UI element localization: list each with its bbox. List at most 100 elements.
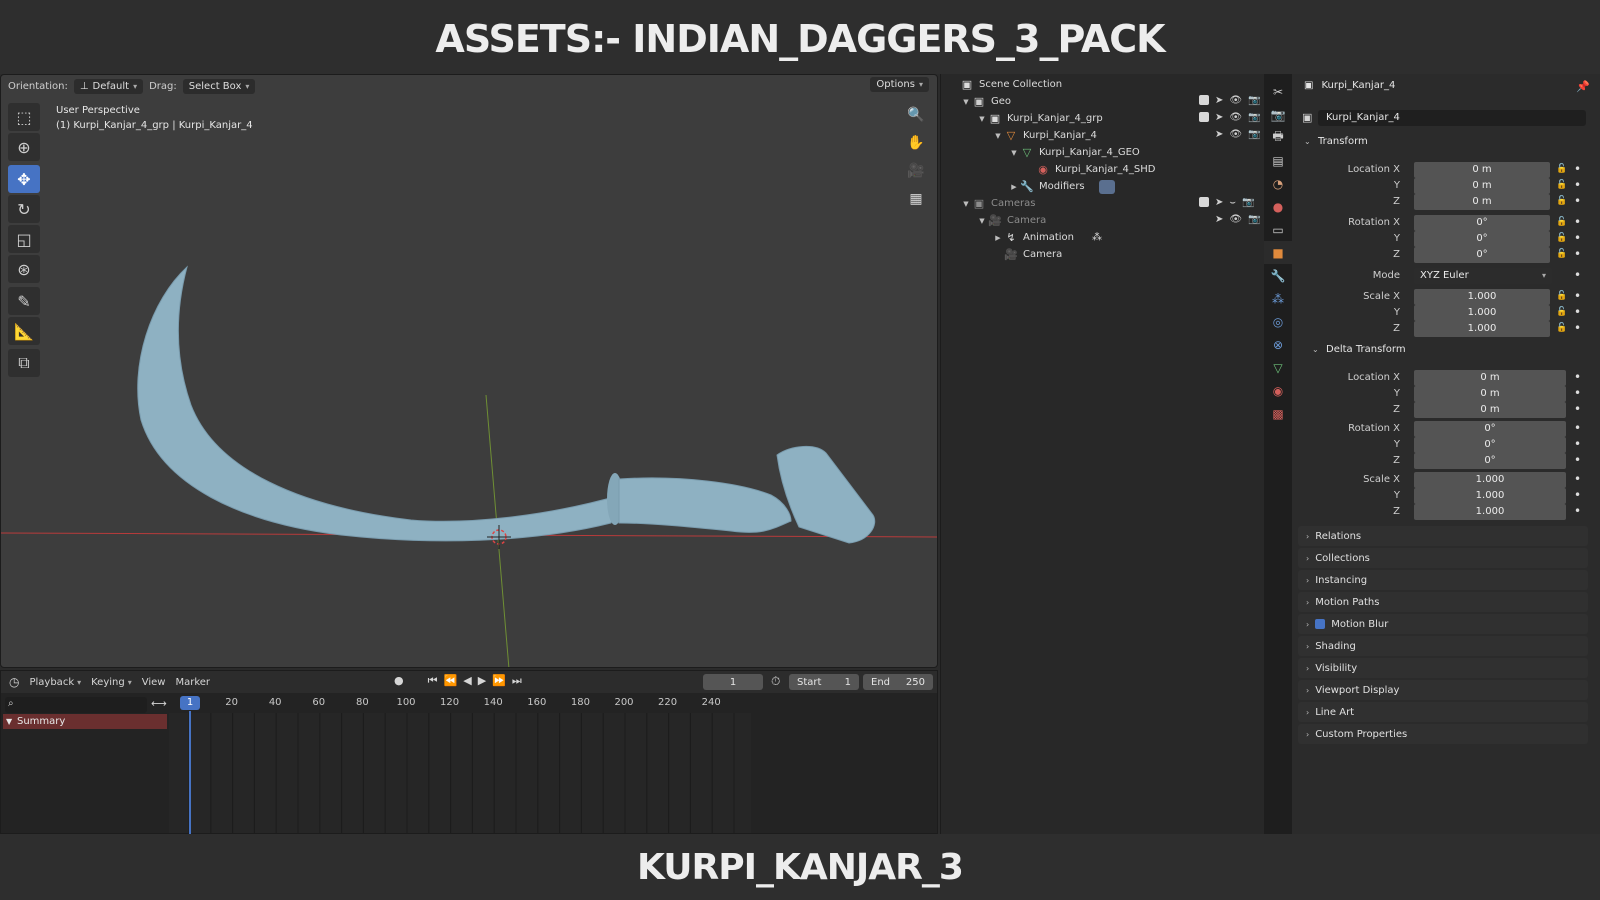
world-tab-icon[interactable]: ●: [1264, 195, 1292, 218]
lock-icon[interactable]: 🔓: [1556, 164, 1567, 174]
timeline-menu-view[interactable]: View: [142, 677, 166, 688]
collapsed-panel[interactable]: › Relations: [1298, 526, 1588, 546]
constraints-tab-icon[interactable]: ⊗: [1264, 333, 1292, 356]
add-cube-tool[interactable]: ⧉: [8, 349, 40, 377]
property-value-field[interactable]: 0°: [1414, 215, 1550, 231]
keyframe-dot-icon[interactable]: •: [1574, 402, 1581, 416]
outliner-row-camera-object[interactable]: ▼ 🎥 Camera ➤ 👁 📷: [941, 212, 1265, 229]
chevron-down-icon[interactable]: ▼: [961, 98, 971, 106]
outliner-row-material[interactable]: ◉ Kurpi_Kanjar_4_SHD: [941, 161, 1265, 178]
move-tool[interactable]: ✥: [8, 165, 40, 193]
property-value-field[interactable]: 0 m: [1414, 386, 1566, 402]
camera-render-icon[interactable]: 📷: [1248, 112, 1260, 123]
property-value-field[interactable]: 0°: [1414, 231, 1550, 247]
3d-viewport[interactable]: Orientation: ⊥ Default ▾ Drag: Select Bo…: [0, 74, 938, 668]
keyframe-dot-icon[interactable]: •: [1574, 215, 1581, 229]
select-arrow-icon[interactable]: ➤: [1215, 197, 1223, 208]
checkbox-icon[interactable]: [1199, 112, 1209, 122]
end-frame-field[interactable]: End 250: [863, 674, 933, 690]
camera-render-icon[interactable]: 📷: [1248, 95, 1260, 106]
collapsed-panel[interactable]: › Viewport Display: [1298, 680, 1588, 700]
stopwatch-icon[interactable]: ⏱: [771, 674, 780, 689]
select-arrow-icon[interactable]: ➤: [1215, 95, 1223, 106]
select-arrow-icon[interactable]: ➤: [1215, 112, 1223, 123]
outliner-row-mesh[interactable]: ▼ ▽ Kurpi_Kanjar_4_GEO: [941, 144, 1265, 161]
timeline-menu-keying[interactable]: Keying ▾: [91, 677, 132, 688]
jump-start-icon[interactable]: ⏮: [428, 674, 438, 688]
chevron-down-icon[interactable]: ▼: [961, 200, 971, 208]
keyframe-dot-icon[interactable]: •: [1574, 437, 1581, 451]
keyframe-dot-icon[interactable]: •: [1574, 453, 1581, 467]
outliner-row-animation[interactable]: ▶ ↯ Animation ⁂: [941, 229, 1265, 246]
zoom-icon[interactable]: 🔍: [905, 103, 927, 127]
timeline-menu-marker[interactable]: Marker: [175, 677, 210, 688]
keyframe-dot-icon[interactable]: •: [1574, 370, 1581, 384]
collapsed-panel[interactable]: › Shading: [1298, 636, 1588, 656]
keyframe-dot-icon[interactable]: •: [1574, 472, 1581, 486]
lock-icon[interactable]: 🔓: [1556, 291, 1567, 301]
tool-tab-icon[interactable]: ✂: [1264, 80, 1292, 103]
rotate-tool[interactable]: ↻: [8, 195, 40, 223]
lock-icon[interactable]: 🔓: [1556, 323, 1567, 333]
measure-tool[interactable]: 📐: [8, 317, 40, 345]
camera-render-icon[interactable]: 📷: [1248, 214, 1260, 225]
editor-type-icon[interactable]: ◷: [9, 675, 19, 689]
transform-panel-header[interactable]: ⌄ Transform: [1304, 136, 1368, 147]
property-value-field[interactable]: 0 m: [1414, 194, 1550, 210]
scale-tool[interactable]: ◱: [8, 225, 40, 253]
cursor-tool[interactable]: ⊕: [8, 133, 40, 161]
collapsed-panel[interactable]: › Custom Properties: [1298, 724, 1588, 744]
chevron-right-icon[interactable]: ▶: [1009, 183, 1019, 191]
eye-hidden-icon[interactable]: ⌣: [1229, 197, 1236, 208]
property-value-field[interactable]: 0 m: [1414, 402, 1566, 418]
object-type-icon[interactable]: ▣: [1302, 111, 1312, 124]
lock-icon[interactable]: 🔓: [1556, 180, 1567, 190]
view-layer-tab-icon[interactable]: ▤: [1264, 149, 1292, 172]
keyframe-dot-icon[interactable]: •: [1574, 386, 1581, 400]
data-tab-icon[interactable]: ▽: [1264, 356, 1292, 379]
chevron-down-icon[interactable]: ▼: [993, 132, 1003, 140]
annotate-tool[interactable]: ✎: [8, 287, 40, 315]
timeline-search-input[interactable]: ⌕: [5, 697, 147, 713]
chevron-right-icon[interactable]: ▶: [993, 234, 1003, 242]
property-value-field[interactable]: 0°: [1414, 453, 1566, 469]
collapsed-panel[interactable]: › Visibility: [1298, 658, 1588, 678]
property-value-field[interactable]: 1.000: [1414, 504, 1566, 520]
property-value-field[interactable]: 1.000: [1414, 472, 1566, 488]
next-keyframe-icon[interactable]: ⏩: [492, 674, 506, 688]
select-arrow-icon[interactable]: ➤: [1215, 214, 1223, 225]
eye-icon[interactable]: 👁: [1229, 112, 1242, 123]
play-reverse-icon[interactable]: ◀: [463, 674, 471, 688]
checkbox-icon[interactable]: [1199, 95, 1209, 105]
property-value-field[interactable]: 0 m: [1414, 370, 1566, 386]
record-icon[interactable]: ●: [394, 674, 404, 688]
keyframe-dot-icon[interactable]: •: [1574, 488, 1581, 502]
object-tab-icon[interactable]: ■: [1264, 241, 1292, 264]
select-arrow-icon[interactable]: ➤: [1215, 129, 1223, 140]
camera-view-icon[interactable]: 🎥: [905, 159, 927, 183]
outliner-row-geo[interactable]: ▼ ▣ Geo ➤ 👁 📷: [941, 93, 1265, 110]
playhead-frame[interactable]: 1: [180, 696, 200, 710]
property-value-field[interactable]: 1.000: [1414, 321, 1550, 337]
outliner-scene-collection[interactable]: ▣ Scene Collection: [941, 76, 1265, 93]
timeline-menu-playback[interactable]: Playback ▾: [29, 677, 81, 688]
lock-icon[interactable]: 🔓: [1556, 249, 1567, 259]
keyframe-dot-icon[interactable]: •: [1574, 231, 1581, 245]
keyframe-dot-icon[interactable]: •: [1574, 321, 1581, 335]
outliner-row-object[interactable]: ▼ ▽ Kurpi_Kanjar_4 ➤ 👁 📷: [941, 127, 1265, 144]
timeline-editor[interactable]: ◷ Playback ▾ Keying ▾ View Marker ● ⏮ ⏪ ◀ …: [0, 670, 938, 835]
keyframe-dot-icon[interactable]: •: [1574, 178, 1581, 192]
collapsed-panel[interactable]: › Collections: [1298, 548, 1588, 568]
checkbox-icon[interactable]: [1199, 197, 1209, 207]
properties-editor[interactable]: ▣ Kurpi_Kanjar_4 📌 ▣ Kurpi_Kanjar_4 ⌄ Tr…: [1294, 74, 1600, 834]
timeline-ruler[interactable]: 1 20 40 60 80 100 120 140 160 180 200 220 240: [169, 695, 749, 711]
property-value-field[interactable]: 0°: [1414, 437, 1566, 453]
orientation-dropdown[interactable]: ⊥ Default ▾: [73, 78, 144, 94]
object-name-field[interactable]: Kurpi_Kanjar_4: [1318, 110, 1586, 126]
keyframe-dot-icon[interactable]: •: [1574, 162, 1581, 176]
outliner[interactable]: ▣ Scene Collection ▼ ▣ Geo ➤ 👁 📷 ▼ ▣ Kurpi…: [940, 74, 1264, 834]
chevron-down-icon[interactable]: ▼: [977, 115, 987, 123]
property-value-field[interactable]: 1.000: [1414, 305, 1550, 321]
prev-keyframe-icon[interactable]: ⏪: [444, 674, 458, 688]
keyframe-dot-icon[interactable]: •: [1574, 289, 1581, 303]
